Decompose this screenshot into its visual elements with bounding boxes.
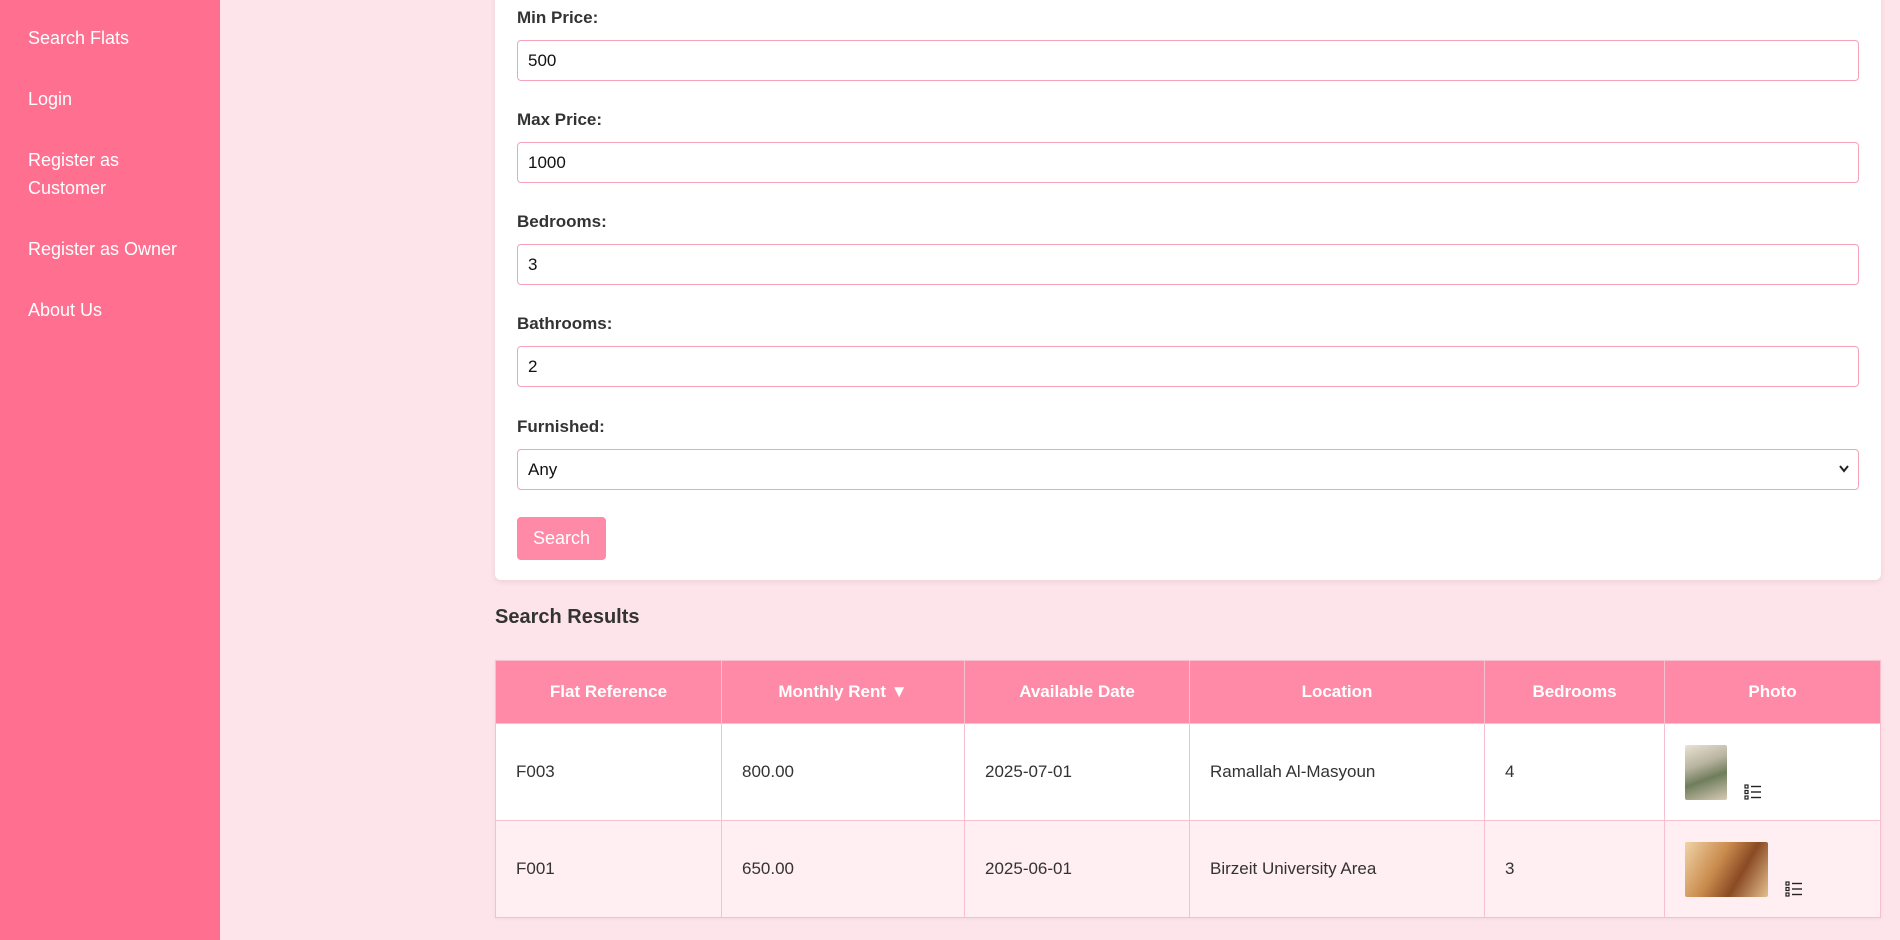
sidebar-link-about-us[interactable]: About Us <box>28 296 188 324</box>
monthly-rent-cell: 650.00 <box>721 820 965 918</box>
col-monthly-rent[interactable]: Monthly Rent ▼ <box>721 660 965 724</box>
sidebar-item-register-owner: Register as Owner <box>0 235 220 263</box>
furnished-field: Furnished: Any <box>517 415 1859 490</box>
min-price-label: Min Price: <box>517 8 599 27</box>
col-bedrooms[interactable]: Bedrooms <box>1484 660 1665 724</box>
min-price-input[interactable]: 500 <box>517 40 1859 81</box>
search-form-panel: Min Price: 500 Max Price: 1000 Bedrooms:… <box>495 0 1881 580</box>
results-header-row: Flat Reference Monthly Rent ▼ Available … <box>495 660 1881 724</box>
location-cell: Ramallah Al-Masyoun <box>1189 723 1485 821</box>
sidebar-item-login: Login <box>0 85 220 113</box>
location-cell: Birzeit University Area <box>1189 820 1485 918</box>
sidebar-item-about-us: About Us <box>0 296 220 324</box>
search-button[interactable]: Search <box>517 517 606 560</box>
plant-photo-thumbnail[interactable] <box>1685 744 1727 800</box>
bedrooms-cell: 3 <box>1484 820 1665 918</box>
photo-cell <box>1664 820 1881 918</box>
flat-reference[interactable]: F003 <box>516 762 555 781</box>
flat-reference[interactable]: F001 <box>516 859 555 878</box>
monthly-rent-cell: 800.00 <box>721 723 965 821</box>
search-results-title: Search Results <box>495 606 640 628</box>
room-photo-thumbnail[interactable] <box>1685 841 1768 897</box>
bathrooms-field: Bathrooms: 2 <box>517 312 1859 387</box>
bathrooms-input[interactable]: 2 <box>517 346 1859 387</box>
bathrooms-label: Bathrooms: <box>517 314 613 333</box>
details-list-icon[interactable] <box>1744 783 1762 800</box>
sidebar-link-register-customer[interactable]: Register as Customer <box>28 146 188 202</box>
bedrooms-input[interactable]: 3 <box>517 244 1859 285</box>
sidebar-link-login[interactable]: Login <box>28 85 188 113</box>
bedrooms-label: Bedrooms: <box>517 212 607 231</box>
sidebar-item-search-flats: Search Flats <box>0 24 220 52</box>
photo-cell <box>1664 723 1881 821</box>
flat-reference-cell[interactable]: F003 <box>495 723 722 821</box>
available-date-cell: 2025-06-01 <box>964 820 1190 918</box>
table-row: F003 800.00 2025-07-01 Ramallah Al-Masyo… <box>495 723 1881 821</box>
col-photo: Photo <box>1664 660 1881 724</box>
min-price-field: Min Price: 500 <box>517 6 1859 81</box>
sidebar-link-register-owner[interactable]: Register as Owner <box>28 235 188 263</box>
sidebar-item-register-customer: Register as Customer <box>0 146 220 202</box>
table-row: F001 650.00 2025-06-01 Birzeit Universit… <box>495 820 1881 918</box>
max-price-label: Max Price: <box>517 110 603 129</box>
col-available-date[interactable]: Available Date <box>964 660 1190 724</box>
furnished-select[interactable]: Any <box>517 449 1859 490</box>
furnished-selected-value: Any <box>528 460 558 479</box>
col-location[interactable]: Location <box>1189 660 1485 724</box>
results-table: Flat Reference Monthly Rent ▼ Available … <box>495 660 1881 918</box>
bedrooms-cell: 4 <box>1484 723 1665 821</box>
chevron-down-icon <box>1838 450 1850 504</box>
flat-reference-cell[interactable]: F001 <box>495 820 722 918</box>
max-price-input[interactable]: 1000 <box>517 142 1859 183</box>
max-price-field: Max Price: 1000 <box>517 108 1859 183</box>
available-date-cell: 2025-07-01 <box>964 723 1190 821</box>
details-list-icon[interactable] <box>1785 880 1803 897</box>
bedrooms-field: Bedrooms: 3 <box>517 210 1859 285</box>
furnished-label: Furnished: <box>517 417 605 436</box>
sidebar: Search Flats Login Register as Customer … <box>0 0 220 940</box>
sidebar-link-search-flats[interactable]: Search Flats <box>28 24 188 52</box>
col-flat-reference[interactable]: Flat Reference <box>495 660 722 724</box>
